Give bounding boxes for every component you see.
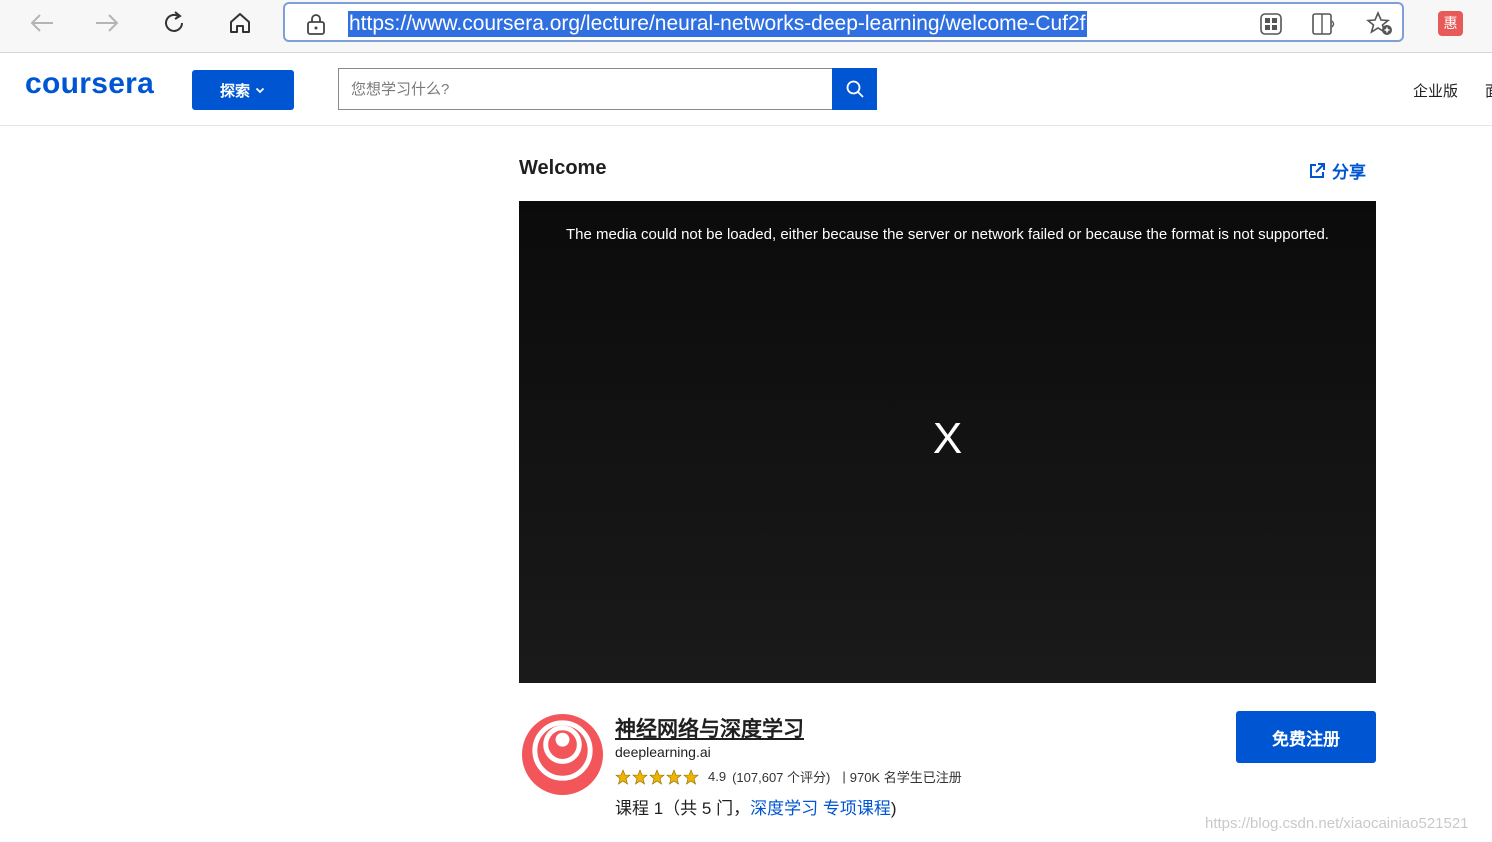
media-error-message: The media could not be loaded, either be… <box>566 226 1329 243</box>
enrolled-count: 970K 名学生已注册 <box>849 770 962 785</box>
extension-badge-icon[interactable]: 惠 <box>1438 11 1463 36</box>
browser-toolbar: https://www.coursera.org/lecture/neural-… <box>0 0 1492 53</box>
arrow-right-icon <box>96 14 119 32</box>
rating-count: (107,607 个评分) <box>732 770 831 785</box>
read-aloud-icon[interactable] <box>1311 12 1339 36</box>
search-input[interactable] <box>349 69 823 109</box>
share-icon <box>1310 162 1325 178</box>
course-meta-prefix: 课程 1（共 5 门， <box>615 799 751 818</box>
share-label: 分享 <box>1332 163 1366 182</box>
lock-icon[interactable] <box>305 12 327 41</box>
deeplearning-logo <box>521 713 604 796</box>
url-text[interactable]: https://www.coursera.org/lecture/neural-… <box>348 11 1087 37</box>
course-meta-suffix: ) <box>890 799 897 818</box>
partner-name: deeplearning.ai <box>615 744 711 760</box>
rating-value: 4.9 <box>708 769 727 784</box>
explore-label: 探索 <box>219 82 250 100</box>
back-button[interactable] <box>25 8 59 38</box>
search-icon <box>846 80 864 98</box>
rating-row: 4.9 (107,607 个评分) | 970K 名学生已注册 <box>615 767 962 786</box>
explore-button[interactable]: 探索 <box>192 70 294 110</box>
star-icon <box>666 768 682 785</box>
share-button[interactable]: 分享 <box>1308 158 1366 183</box>
course-name-link[interactable]: 神经网络与深度学习 <box>615 713 804 743</box>
chevron-down-icon <box>255 87 265 94</box>
divider: | <box>842 769 846 784</box>
watermark: https://blog.csdn.net/xiaocainiao521521 <box>1205 815 1469 832</box>
error-x-icon: X <box>932 414 963 463</box>
enroll-button[interactable]: 免费注册 <box>1236 711 1376 763</box>
star-icon <box>683 768 699 785</box>
star-icon <box>615 768 631 785</box>
home-button[interactable] <box>223 8 257 38</box>
site-header: coursera 探索 企业版 面 <box>0 53 1492 126</box>
refresh-icon <box>165 11 183 32</box>
refresh-button[interactable] <box>157 8 191 38</box>
nav-link-truncated[interactable]: 面 <box>1485 80 1492 101</box>
coursera-logo[interactable]: coursera <box>25 67 154 101</box>
apps-icon[interactable] <box>1257 12 1285 36</box>
search-box <box>338 68 832 110</box>
enterprise-link[interactable]: 企业版 <box>1413 80 1458 101</box>
arrow-left-icon <box>30 14 53 32</box>
course-meta: 课程 1（共 5 门，深度学习 专项课程) <box>615 794 897 819</box>
home-icon <box>230 13 250 33</box>
video-player[interactable]: The media could not be loaded, either be… <box>519 201 1376 683</box>
search-button[interactable] <box>832 68 877 110</box>
star-icon <box>632 768 648 785</box>
lecture-title: Welcome <box>519 157 607 179</box>
star-rating <box>615 768 699 785</box>
address-bar[interactable]: https://www.coursera.org/lecture/neural-… <box>283 2 1404 42</box>
favorites-add-icon[interactable] <box>1366 11 1394 36</box>
star-icon <box>649 768 665 785</box>
specialization-link[interactable]: 深度学习 专项课程 <box>750 799 891 818</box>
forward-button[interactable] <box>90 8 124 38</box>
